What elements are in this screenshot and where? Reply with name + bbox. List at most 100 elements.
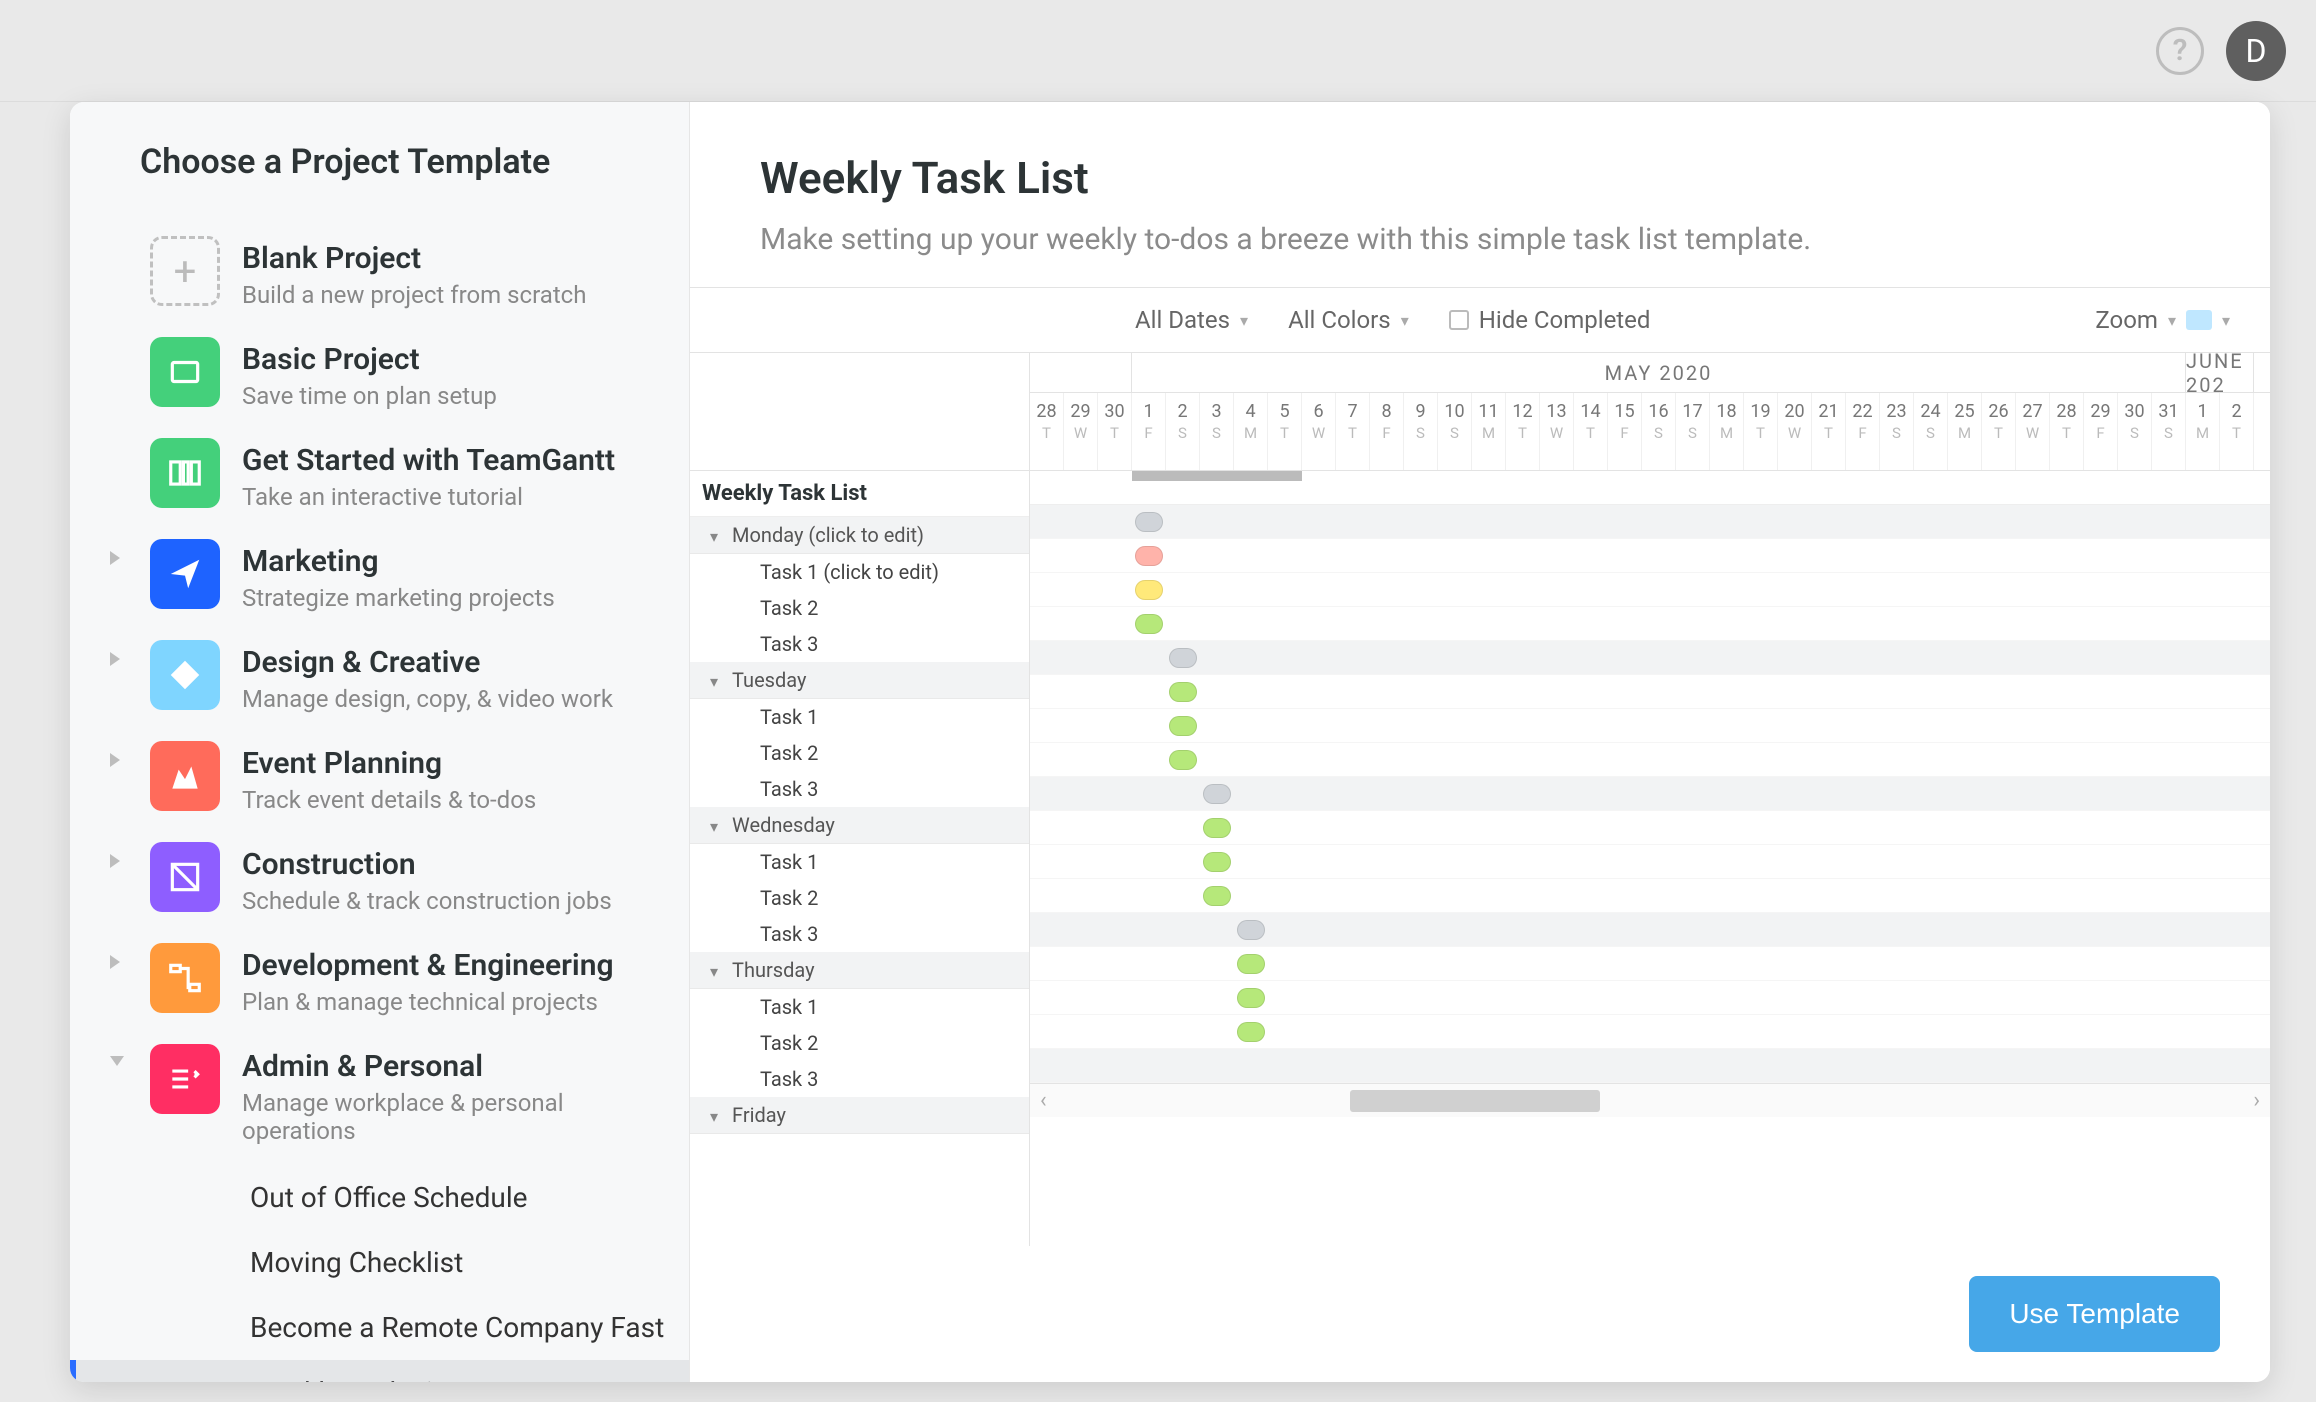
date-cell: 24S (1914, 393, 1948, 470)
date-cell: 20W (1778, 393, 1812, 470)
gantt-bar[interactable] (1135, 614, 1163, 634)
gantt-bar[interactable] (1203, 886, 1231, 906)
avatar[interactable]: D (2226, 21, 2286, 81)
filter-hide-completed[interactable]: Hide Completed (1449, 306, 1651, 334)
timeline-scrollbar[interactable]: ‹ › (1030, 1083, 2270, 1117)
task-row[interactable]: Task 3 (690, 916, 1029, 952)
chevron-right-icon[interactable] (110, 652, 120, 666)
timeline-row (1030, 947, 2270, 981)
date-cell: 29W (1064, 393, 1098, 470)
task-group[interactable]: Friday (690, 1097, 1029, 1134)
category-blank[interactable]: +Blank ProjectBuild a new project from s… (70, 222, 689, 323)
category-admin[interactable]: Admin & PersonalManage workplace & perso… (70, 1030, 689, 1159)
date-cell: 26T (1982, 393, 2016, 470)
gantt-bar[interactable] (1237, 988, 1265, 1008)
event-icon (150, 741, 220, 811)
task-group[interactable]: Tuesday (690, 662, 1029, 699)
gantt-bar[interactable] (1203, 852, 1231, 872)
date-cell: 6W (1302, 393, 1336, 470)
timeline-row (1030, 1049, 2270, 1083)
task-row[interactable]: Task 1 (690, 699, 1029, 735)
gantt-bar[interactable] (1203, 784, 1231, 804)
chevron-right-icon[interactable] (110, 753, 120, 767)
construction-icon (150, 842, 220, 912)
task-group[interactable]: Thursday (690, 952, 1029, 989)
gantt-bar[interactable] (1237, 954, 1265, 974)
task-row[interactable]: Task 2 (690, 1025, 1029, 1061)
category-marketing[interactable]: MarketingStrategize marketing projects (70, 525, 689, 626)
category-construction[interactable]: ConstructionSchedule & track constructio… (70, 828, 689, 929)
category-getstarted[interactable]: Get Started with TeamGanttTake an intera… (70, 424, 689, 525)
template-item[interactable]: Moving Checklist (70, 1230, 689, 1295)
gantt-bar[interactable] (1169, 648, 1197, 668)
gantt-bar[interactable] (1203, 818, 1231, 838)
task-group[interactable]: Monday (click to edit) (690, 517, 1029, 554)
date-cell: 2S (1166, 393, 1200, 470)
gantt-bar[interactable] (1169, 750, 1197, 770)
gantt-bar[interactable] (1169, 682, 1197, 702)
date-cell: 29F (2084, 393, 2118, 470)
category-title: Admin & Personal (242, 1050, 669, 1083)
task-row[interactable]: Task 1 (click to edit) (690, 554, 1029, 590)
chevron-right-icon[interactable] (110, 854, 120, 868)
template-picker-modal: Choose a Project Template +Blank Project… (70, 102, 2270, 1382)
category-subtitle: Build a new project from scratch (242, 281, 586, 309)
category-subtitle: Save time on plan setup (242, 382, 497, 410)
use-template-button[interactable]: Use Template (1969, 1276, 2220, 1352)
template-item[interactable]: Out of Office Schedule (70, 1165, 689, 1230)
category-title: Basic Project (242, 343, 497, 376)
filter-dates[interactable]: All Dates▾ (1135, 306, 1248, 334)
task-row[interactable]: Task 3 (690, 771, 1029, 807)
gantt-toolbar: All Dates▾ All Colors▾ Hide Completed Zo… (690, 287, 2270, 353)
category-basic[interactable]: Basic Project Save time on plan setup (70, 323, 689, 424)
date-cell: 16S (1642, 393, 1676, 470)
gantt-bar[interactable] (1135, 546, 1163, 566)
gantt-bar[interactable] (1169, 716, 1197, 736)
timeline-dates: 28T29W30T1F2S3S4M5T6W7T8F9S10S11M12T13W1… (1030, 393, 2270, 471)
timeline-row (1030, 573, 2270, 607)
task-group[interactable]: Wednesday (690, 807, 1029, 844)
date-cell: 10S (1438, 393, 1472, 470)
gantt-bar[interactable] (1237, 920, 1265, 940)
date-cell: 2T (2220, 393, 2254, 470)
gantt-bar[interactable] (1135, 580, 1163, 600)
chevron-down-icon: ▾ (1401, 311, 1409, 330)
scroll-right-icon[interactable]: › (2253, 1088, 2260, 1113)
filter-colors[interactable]: All Colors▾ (1288, 306, 1409, 334)
zoom-control[interactable]: Zoom▾ ▾ (2095, 306, 2230, 334)
chevron-right-icon[interactable] (110, 551, 120, 565)
gantt-bar[interactable] (1135, 512, 1163, 532)
chevron-down-icon: ▾ (1240, 311, 1248, 330)
template-item[interactable]: Become a Remote Company Fast (70, 1295, 689, 1360)
scroll-thumb[interactable] (1350, 1090, 1600, 1112)
category-event[interactable]: Event PlanningTrack event details & to-d… (70, 727, 689, 828)
task-row[interactable]: Task 1 (690, 989, 1029, 1025)
chevron-down-icon[interactable] (110, 1056, 124, 1066)
task-list-column: Weekly Task List Monday (click to edit)T… (690, 353, 1030, 1246)
task-row[interactable]: Task 2 (690, 590, 1029, 626)
today-marker (1132, 471, 1302, 481)
task-row[interactable]: Task 3 (690, 626, 1029, 662)
task-row[interactable]: Task 1 (690, 844, 1029, 880)
category-design[interactable]: Design & CreativeManage design, copy, & … (70, 626, 689, 727)
date-cell: 31S (2152, 393, 2186, 470)
task-row[interactable]: Task 2 (690, 735, 1029, 771)
task-row[interactable]: Task 3 (690, 1061, 1029, 1097)
template-item[interactable]: Weekly Task List (70, 1360, 689, 1382)
date-cell: 5T (1268, 393, 1302, 470)
task-row[interactable]: Task 2 (690, 880, 1029, 916)
timeline-row (1030, 709, 2270, 743)
help-icon[interactable]: ? (2156, 27, 2204, 75)
chevron-right-icon[interactable] (110, 955, 120, 969)
date-cell: 13W (1540, 393, 1574, 470)
gantt-bar[interactable] (1237, 1022, 1265, 1042)
preview-title: Weekly Task List (760, 152, 2200, 204)
timeline-row (1030, 505, 2270, 539)
timeline-row (1030, 777, 2270, 811)
timeline-row (1030, 743, 2270, 777)
scroll-left-icon[interactable]: ‹ (1040, 1088, 1047, 1113)
category-dev[interactable]: Development & EngineeringPlan & manage t… (70, 929, 689, 1030)
date-cell: 30S (2118, 393, 2152, 470)
category-subtitle: Take an interactive tutorial (242, 483, 615, 511)
date-cell: 1F (1132, 393, 1166, 470)
